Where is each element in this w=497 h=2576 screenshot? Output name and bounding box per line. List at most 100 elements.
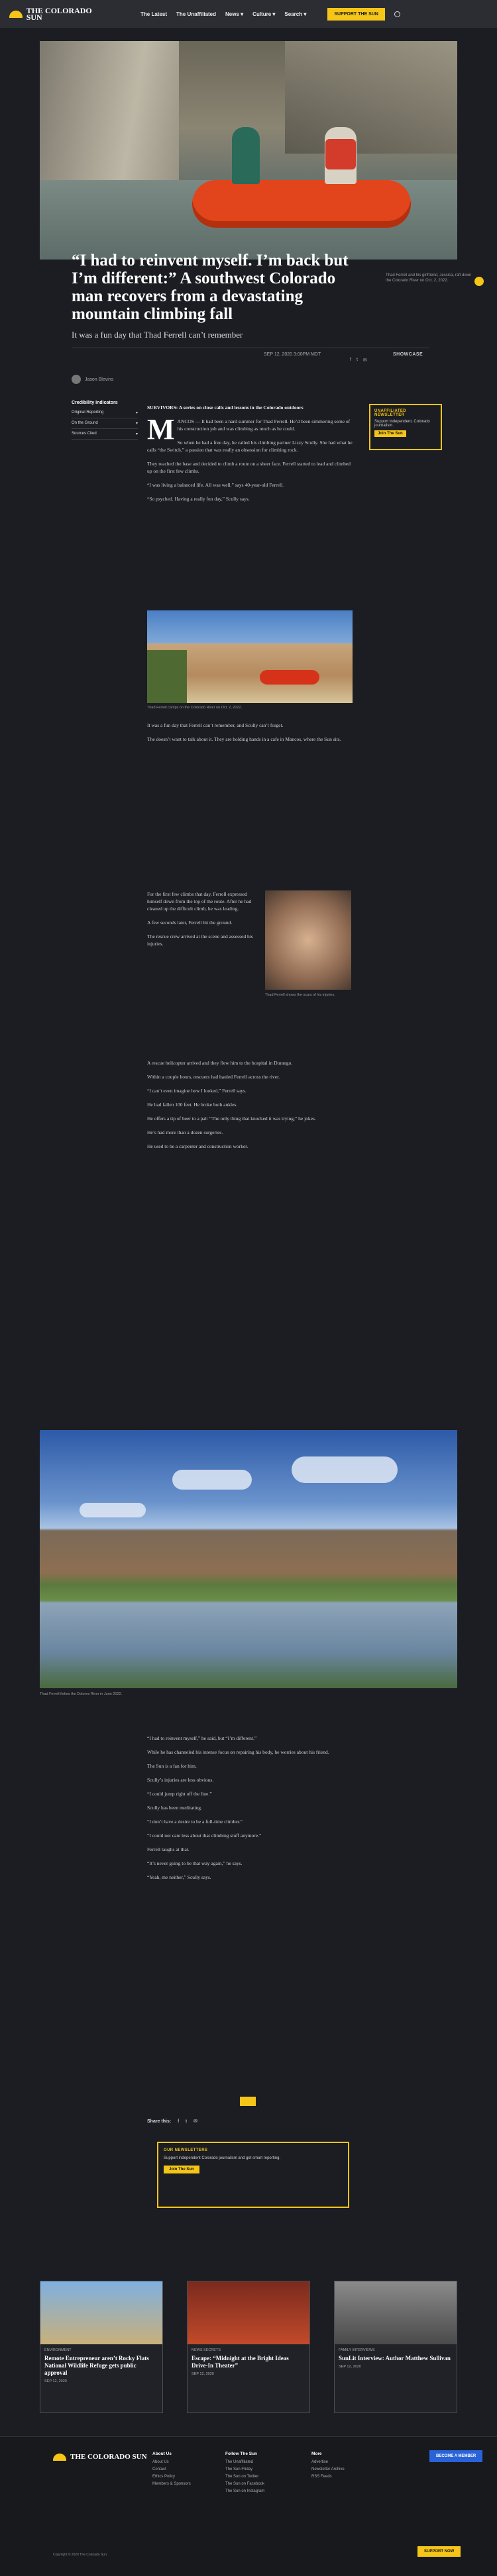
figure-caption: Thad Ferrell camps on the Colorado River… [147, 706, 243, 710]
sidebar-item-original-reporting[interactable]: Original Reporting ▾ [72, 408, 138, 418]
river-fishing-image [40, 1430, 457, 1688]
article-body-2: It was a fun day that Ferrell can’t reme… [147, 722, 353, 749]
nav-culture[interactable]: Culture ▾ [252, 11, 275, 17]
paragraph: Within a couple hours, rescuers had haul… [147, 1074, 280, 1080]
main-nav: The Latest The Unaffiliated News ▾ Cultu… [140, 11, 306, 17]
tree [147, 650, 187, 703]
footer-link[interactable]: RSS Feeds [311, 2473, 345, 2481]
join-button[interactable]: Join The Sun [164, 2166, 199, 2173]
paragraph: Scully’s injuries are less obvious. [147, 1777, 214, 1783]
raft [260, 670, 319, 685]
paragraph: He offers a tip of beer to a pal: “The o… [147, 1116, 316, 1121]
rafter-left [232, 127, 260, 184]
newsletter-card: UNAFFILIATED NEWSLETTER Support Independ… [369, 404, 442, 450]
footer-link[interactable]: Contact [152, 2466, 191, 2473]
hero-caption: Thad Ferrell and his girlfriend, Jessica… [386, 273, 472, 283]
related-card[interactable]: ENVIRONMENT Remote Entrepreneur aren’t Ro… [40, 2281, 163, 2413]
end-mark [240, 2097, 256, 2106]
sun-icon [9, 10, 23, 18]
paragraph: They reached the base and decided to cli… [147, 461, 351, 474]
article-body-4: A rescue helicopter arrived and they fle… [147, 1059, 353, 1157]
share-icons: f t ✉ [350, 358, 367, 363]
twitter-share-icon[interactable]: t [186, 2119, 187, 2124]
paragraph: “It’s never going to be that way again,”… [147, 1860, 243, 1866]
article-body-1: SURVIVORS: A series on close calls and l… [147, 404, 353, 509]
email-share-icon[interactable]: ✉ [193, 2119, 197, 2124]
paragraph: “I could not care less about that climbi… [147, 1833, 262, 1838]
footer-link[interactable]: Advertise [311, 2459, 345, 2466]
sidebar-item-sources-cited[interactable]: Sources Cited ▾ [72, 429, 138, 440]
article-body-3: For the first few climbs that day, Ferre… [147, 890, 260, 954]
footer-link[interactable]: The Sun on Facebook [225, 2481, 264, 2488]
nav-latest[interactable]: The Latest [140, 11, 167, 17]
become-member-button[interactable]: BECOME A MEMBER [429, 2450, 483, 2462]
search-icon[interactable] [394, 11, 400, 17]
footer-link[interactable]: About Us [152, 2459, 191, 2466]
footer-link[interactable]: Members & Sponsors [152, 2481, 191, 2488]
sun-icon [53, 2453, 66, 2461]
category-label[interactable]: SHOWCASE [393, 352, 423, 357]
related-card[interactable]: NEWS SECRETS Escape: “Midnight at the Bri… [187, 2281, 310, 2413]
sidebar-title: Credibility Indicators [72, 401, 118, 405]
newsletter-box-title: OUR NEWSLETTERS [164, 2148, 208, 2152]
paragraph: He used to be a carpenter and constructi… [147, 1143, 248, 1149]
site-logo[interactable]: THE COLORADO SUN [9, 7, 109, 21]
footer-link[interactable]: The Sun on Instagram [225, 2488, 264, 2495]
paragraph: So when he had a free day, he called his… [147, 440, 353, 453]
paragraph: “Yeah, me neither,” Scully says. [147, 1874, 211, 1880]
footer-link[interactable]: Ethics Policy [152, 2473, 191, 2481]
paragraph: “I was living a balanced life. All was w… [147, 482, 284, 488]
footer-col-more: More Advertise Newsletter Archive RSS Fe… [311, 2450, 345, 2481]
paragraph: For the first few climbs that day, Ferre… [147, 891, 252, 912]
paragraph: While he has channeled his intense focus… [147, 1749, 329, 1755]
paragraph: Scully has been meditating. [147, 1805, 202, 1811]
facebook-share-icon[interactable]: f [178, 2119, 179, 2124]
footer-logo[interactable]: THE COLORADO SUN [53, 2453, 147, 2461]
copyright: Copyright © 2020 The Colorado Sun [53, 2553, 107, 2557]
related-card[interactable]: FAMILY INTERVIEWS SunLit Interview: Autho… [334, 2281, 457, 2413]
rafter-right [325, 127, 357, 184]
footer-col-about: About Us About Us Contact Ethics Policy … [152, 2450, 191, 2488]
sun-badge-icon [474, 277, 484, 286]
footer-link[interactable]: The Sun Friday [225, 2466, 264, 2473]
support-now-button[interactable]: SUPPORT NOW [417, 2546, 461, 2557]
credibility-sidebar: Credibility Indicators Original Reportin… [72, 401, 138, 440]
newsletter-card-title: UNAFFILIATED NEWSLETTER [374, 409, 407, 417]
support-button[interactable]: SUPPORT THE SUN [327, 7, 385, 21]
nav-news[interactable]: News ▾ [225, 11, 243, 17]
article-body-5: “I had to reinvent myself,” he said, but… [147, 1735, 353, 1887]
email-icon[interactable]: ✉ [363, 358, 367, 363]
figure-caption: Thad Ferrell shows the scars of his inju… [265, 993, 335, 997]
facebook-icon[interactable]: f [350, 358, 351, 363]
paragraph: The doesn’t want to talk about it. They … [147, 736, 341, 742]
dropcap: M [147, 413, 175, 446]
canyon-camp-image [147, 610, 353, 703]
top-nav-bar: THE COLORADO SUN The Latest The Unaffili… [0, 0, 497, 28]
share-bar: Share this: f t ✉ [147, 2119, 197, 2124]
raft [192, 180, 411, 228]
join-button[interactable]: Join The Sun [374, 430, 406, 437]
paragraph: M ANCOS — It had been a hard summer for T… [147, 413, 351, 446]
newsletter-card-text: Support Independent, Colorado journalism… [374, 420, 430, 428]
twitter-icon[interactable]: t [357, 358, 358, 363]
related-thumb [188, 2281, 309, 2344]
related-thumb [40, 2281, 162, 2344]
paragraph: “I can’t even imagine how I looked,” Fer… [147, 1088, 247, 1094]
nav-unaffiliated[interactable]: The Unaffiliated [176, 11, 216, 17]
footer-link[interactable]: The Unaffiliated [225, 2459, 264, 2466]
byline-row: SEP 12, 2020 3:00PM MDT f t ✉ SHOWCASE Jas… [72, 348, 429, 384]
paragraph: He had fallen 100 feet. He broke both an… [147, 1102, 238, 1108]
sidebar-item-on-the-ground[interactable]: On the Ground ▾ [72, 418, 138, 429]
paragraph: Ferrell laughs at that. [147, 1846, 190, 1852]
author-byline[interactable]: Jason Blevins [72, 375, 113, 384]
paragraph: “I had to reinvent myself,” he said, but… [147, 1735, 257, 1741]
paragraph: The rescue crew arrived at the scene and… [147, 933, 253, 947]
paragraph: It was a fun day that Ferrell can’t reme… [147, 722, 284, 728]
share-label: Share this: [147, 2119, 172, 2124]
avatar [72, 375, 81, 384]
nav-search[interactable]: Search ▾ [284, 11, 306, 17]
publish-date: SEP 12, 2020 3:00PM MDT [264, 352, 321, 357]
footer-link[interactable]: The Sun on Twitter [225, 2473, 264, 2481]
footer-link[interactable]: Newsletter Archive [311, 2466, 345, 2473]
hands-image [265, 890, 351, 990]
